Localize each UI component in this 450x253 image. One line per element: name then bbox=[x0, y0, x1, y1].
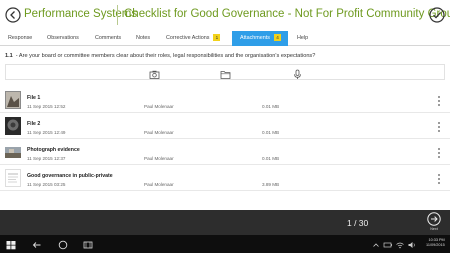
attachment-size: 0.01 MB bbox=[262, 104, 280, 109]
attachment-date: 11 Sep 2015 12:49 bbox=[27, 130, 66, 135]
attachment-row[interactable]: Good governance in public-private 11 Sep… bbox=[0, 167, 450, 191]
page-indicator: 1 / 30 bbox=[347, 218, 369, 228]
attachment-row[interactable]: Photograph evidence 11 Sep 2015 12:37 Pa… bbox=[0, 141, 450, 165]
microphone-icon bbox=[294, 69, 301, 79]
attachment-thumbnail bbox=[5, 91, 21, 109]
checkmark-icon bbox=[429, 7, 445, 23]
tab-response[interactable]: Response bbox=[8, 31, 32, 46]
search-circle-icon bbox=[58, 240, 68, 250]
app-header: Performance Systems Checklist for Good G… bbox=[0, 0, 450, 30]
attachment-date: 11 Sep 2015 12:52 bbox=[27, 104, 66, 109]
attachments-count-badge: 4 bbox=[273, 34, 281, 41]
checklist-title: Checklist for Good Governance - Not For … bbox=[124, 8, 450, 20]
windows-taskbar: 10:33 PM 11/09/2015 bbox=[0, 235, 450, 253]
start-button[interactable] bbox=[5, 238, 17, 250]
attachment-user: Paul Molenaar bbox=[144, 130, 174, 135]
question-text: 1.1- Are your board or committee members… bbox=[5, 53, 315, 59]
tab-label: Corrective Actions bbox=[166, 35, 210, 41]
app-title: Performance Systems bbox=[24, 8, 138, 20]
tab-notes[interactable]: Notes bbox=[136, 31, 150, 46]
attachment-thumbnail bbox=[5, 143, 21, 161]
next-arrow-icon bbox=[427, 212, 441, 226]
back-arrow-icon bbox=[5, 7, 21, 23]
taskbar-back-button[interactable] bbox=[31, 238, 43, 250]
camera-button[interactable] bbox=[149, 67, 160, 79]
volume-button[interactable] bbox=[406, 238, 418, 250]
back-arrow-icon bbox=[32, 242, 41, 248]
attachment-more-button[interactable] bbox=[436, 94, 442, 106]
system-clock[interactable]: 10:33 PM 11/09/2015 bbox=[426, 238, 445, 248]
tab-label: Notes bbox=[136, 35, 151, 41]
next-label: Next bbox=[430, 227, 438, 231]
speaker-icon bbox=[408, 242, 415, 248]
browse-file-button[interactable] bbox=[220, 67, 231, 79]
done-button[interactable] bbox=[429, 7, 445, 23]
task-view-icon bbox=[83, 241, 93, 249]
document-thumbnail-icon bbox=[5, 169, 21, 187]
tab-label: Attachments bbox=[240, 35, 270, 41]
attachment-date: 11 Sep 2015 03:25 bbox=[27, 182, 66, 187]
tab-label: Response bbox=[8, 35, 33, 41]
corrective-actions-count-badge: 1 bbox=[213, 34, 221, 41]
tab-observations[interactable]: Observations bbox=[47, 31, 79, 46]
attachment-toolbar bbox=[5, 64, 445, 80]
more-vertical-icon bbox=[438, 148, 440, 158]
navigation-footer: 1 / 30 Next bbox=[0, 210, 450, 235]
next-button[interactable]: Next bbox=[426, 212, 442, 232]
attachment-name: Photograph evidence bbox=[27, 147, 80, 153]
task-view-button[interactable] bbox=[82, 238, 94, 250]
more-vertical-icon bbox=[438, 122, 440, 132]
more-vertical-icon bbox=[438, 174, 440, 184]
question-number: 1.1 bbox=[5, 53, 13, 59]
camera-icon bbox=[149, 70, 160, 79]
attachment-user: Paul Molenaar bbox=[144, 156, 174, 161]
photo-thumbnail-icon bbox=[5, 91, 21, 109]
attachment-name: File 1 bbox=[27, 95, 41, 101]
tab-corrective-actions[interactable]: Corrective Actions 1 bbox=[166, 31, 221, 46]
photo-thumbnail-icon bbox=[5, 117, 21, 135]
title-divider bbox=[117, 5, 118, 25]
attachment-thumbnail bbox=[5, 169, 21, 187]
attachment-user: Paul Molenaar bbox=[144, 182, 174, 187]
attachment-row[interactable]: File 1 11 Sep 2015 12:52 Paul Molenaar 0… bbox=[0, 89, 450, 113]
attachment-thumbnail bbox=[5, 117, 21, 135]
back-button[interactable] bbox=[5, 7, 21, 23]
attachment-more-button[interactable] bbox=[436, 120, 442, 132]
attachment-size: 0.01 MB bbox=[262, 156, 280, 161]
tab-help[interactable]: Help bbox=[297, 31, 308, 46]
notifications-chevron-button[interactable] bbox=[370, 238, 382, 250]
battery-icon bbox=[383, 242, 392, 248]
tab-label: Comments bbox=[95, 35, 122, 41]
record-audio-button[interactable] bbox=[292, 67, 303, 79]
tab-bar: Response Observations Comments Notes Cor… bbox=[0, 31, 450, 46]
wifi-icon bbox=[396, 242, 404, 249]
attachment-row[interactable]: File 2 11 Sep 2015 12:49 Paul Molenaar 0… bbox=[0, 115, 450, 139]
chevron-up-icon bbox=[373, 243, 379, 247]
wifi-button[interactable] bbox=[394, 238, 406, 250]
attachment-more-button[interactable] bbox=[436, 172, 442, 184]
question-body: - Are your board or committee members cl… bbox=[15, 53, 316, 59]
attachment-name: File 2 bbox=[27, 121, 41, 127]
attachment-size: 0.01 MB bbox=[262, 130, 280, 135]
tab-comments[interactable]: Comments bbox=[95, 31, 121, 46]
folder-icon bbox=[220, 71, 231, 79]
attachment-name: Good governance in public-private bbox=[27, 173, 113, 179]
attachment-size: 3.89 MB bbox=[262, 182, 280, 187]
attachment-date: 11 Sep 2015 12:37 bbox=[27, 156, 66, 161]
more-vertical-icon bbox=[438, 96, 440, 106]
attachment-user: Paul Molenaar bbox=[144, 104, 174, 109]
attachment-more-button[interactable] bbox=[436, 146, 442, 158]
battery-button[interactable] bbox=[382, 238, 394, 250]
tab-label: Help bbox=[297, 35, 309, 41]
tab-label: Observations bbox=[47, 35, 79, 41]
cortana-button[interactable] bbox=[57, 238, 69, 250]
tab-attachments[interactable]: Attachments 4 bbox=[232, 31, 288, 46]
photo-thumbnail-icon bbox=[5, 147, 21, 158]
windows-logo-icon bbox=[6, 241, 16, 250]
clock-date: 11/09/2015 bbox=[426, 243, 445, 247]
